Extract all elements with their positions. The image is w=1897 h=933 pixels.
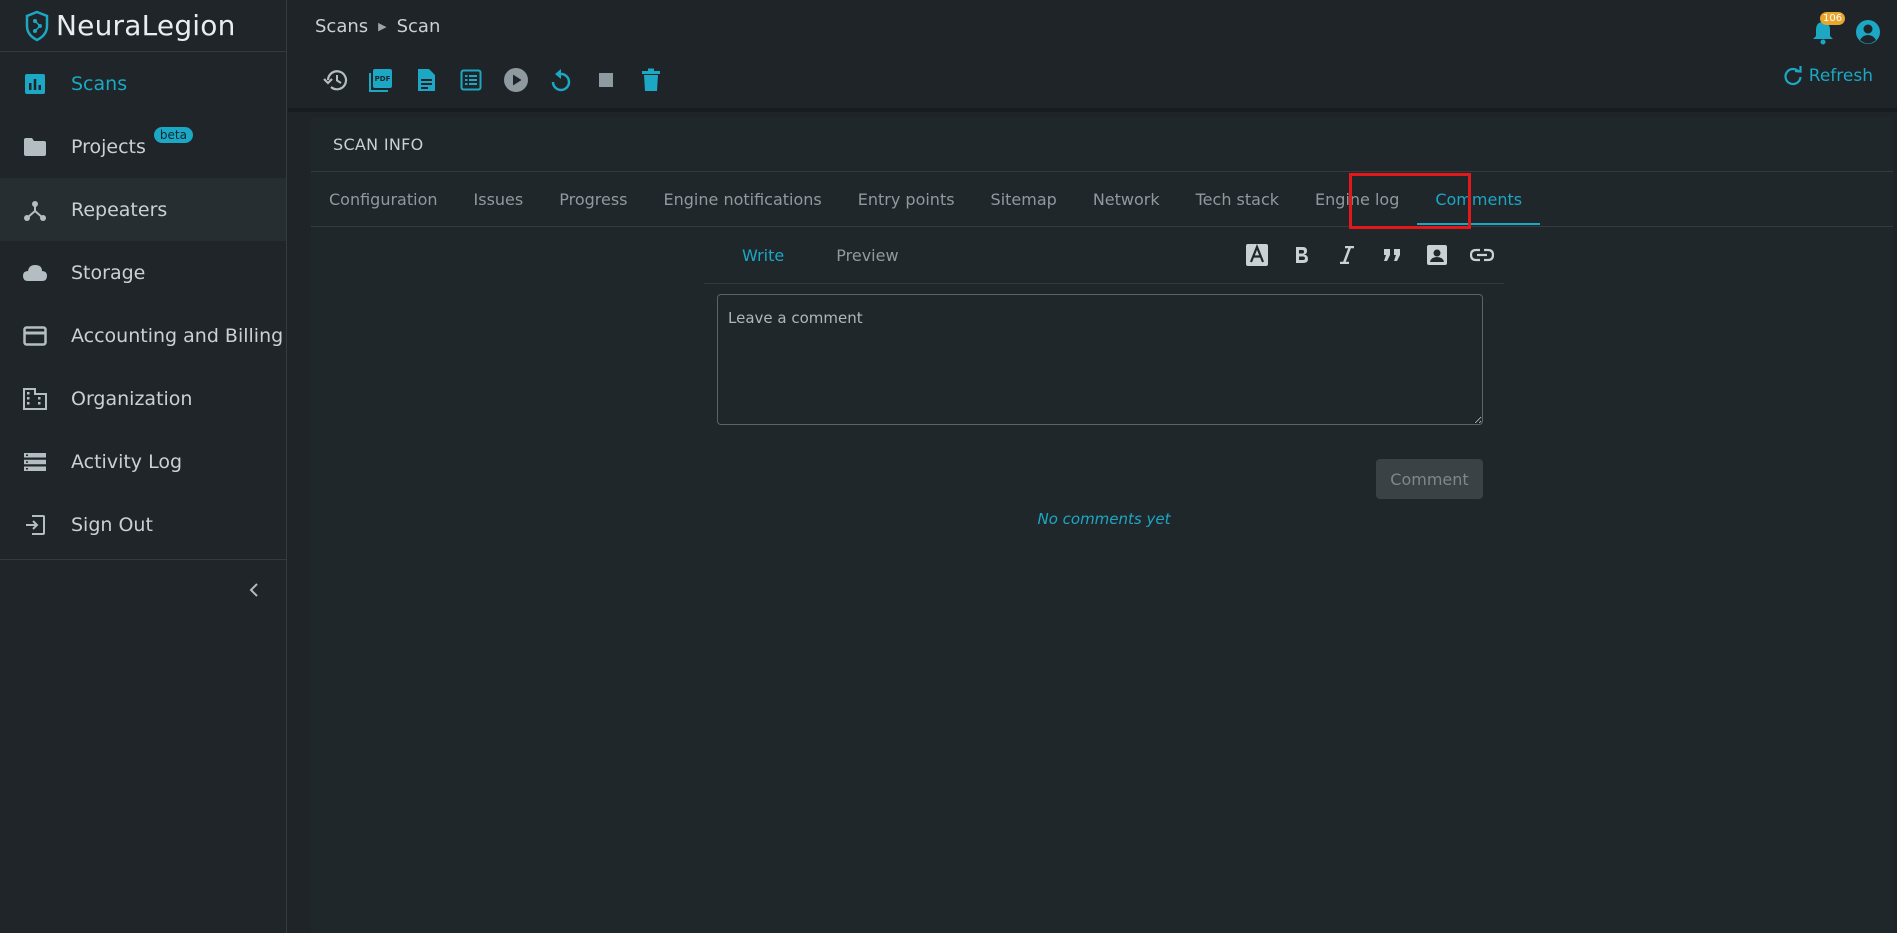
cloud-icon	[22, 260, 48, 286]
delete-button[interactable]	[628, 60, 673, 100]
document-button[interactable]	[403, 60, 448, 100]
sidebar-item-label: Scans	[71, 72, 128, 95]
replay-icon	[551, 69, 570, 92]
neuralegion-logo-icon	[25, 10, 49, 41]
sidebar-divider	[0, 559, 286, 560]
retest-button[interactable]	[538, 60, 583, 100]
tab-engine-log[interactable]: Engine log	[1315, 172, 1399, 226]
sign-out-icon	[22, 512, 48, 538]
sidebar-item-activity-log[interactable]: Activity Log	[0, 430, 286, 493]
stop-icon	[598, 73, 613, 87]
scan-info-panel: SCAN INFO Configuration Issues Progress …	[311, 117, 1893, 933]
sidebar-item-label: Organization	[71, 387, 193, 410]
bold-button[interactable]	[1279, 241, 1324, 269]
tab-progress[interactable]: Progress	[559, 172, 627, 226]
link-icon	[1469, 248, 1494, 262]
italic-icon	[1339, 246, 1354, 264]
tab-network[interactable]: Network	[1093, 172, 1160, 226]
document-icon	[417, 69, 435, 91]
sidebar-item-label: Sign Out	[71, 513, 153, 536]
stop-button[interactable]	[583, 60, 628, 100]
breadcrumb: Scans ▶ Scan	[315, 16, 440, 37]
sidebar-item-projects[interactable]: Projects beta	[0, 115, 286, 178]
breadcrumb-scan: Scan	[396, 15, 441, 37]
sidebar-item-organization[interactable]: Organization	[0, 367, 286, 430]
quote-button[interactable]	[1369, 241, 1414, 269]
checklist-button[interactable]	[448, 60, 493, 100]
tab-configuration[interactable]: Configuration	[329, 172, 438, 226]
list-icon	[22, 449, 48, 475]
breadcrumb-separator-icon: ▶	[378, 19, 387, 33]
empty-comments-message: No comments yet	[1037, 510, 1171, 528]
breadcrumb-scans[interactable]: Scans	[315, 16, 368, 37]
refresh-icon	[1784, 66, 1802, 86]
history-icon	[322, 70, 347, 91]
checklist-icon	[460, 69, 481, 91]
tab-sitemap[interactable]: Sitemap	[991, 172, 1057, 226]
comment-input[interactable]	[717, 294, 1483, 425]
panel-title: SCAN INFO	[311, 117, 1893, 172]
tab-tech-stack[interactable]: Tech stack	[1196, 172, 1279, 226]
repeater-icon	[22, 197, 48, 223]
svg-text:PDF: PDF	[374, 75, 390, 83]
refresh-button[interactable]: Refresh	[1783, 66, 1873, 86]
sidebar-item-accounting-and-billing[interactable]: Accounting and Billing	[0, 304, 286, 367]
trash-icon	[641, 68, 660, 91]
beta-badge: beta	[153, 126, 193, 143]
tab-issues[interactable]: Issues	[474, 172, 524, 226]
quote-icon	[1383, 249, 1400, 261]
pdf-report-button[interactable]: PDF	[358, 60, 403, 100]
brand-name: NeuraLegion	[56, 9, 236, 42]
chart-icon	[22, 71, 48, 97]
format-toolbar	[1234, 241, 1504, 269]
credit-card-icon	[22, 323, 48, 349]
sidebar-item-label: Accounting and Billing	[71, 324, 284, 347]
account-button[interactable]	[1855, 19, 1883, 47]
folder-icon	[22, 134, 48, 160]
italic-button[interactable]	[1324, 241, 1369, 269]
logo[interactable]: NeuraLegion	[0, 0, 286, 52]
text-style-button[interactable]	[1234, 241, 1279, 269]
sidebar-item-label: Activity Log	[71, 450, 183, 473]
text-format-icon	[1245, 244, 1268, 266]
sidebar-item-label: Repeaters	[71, 198, 168, 221]
play-button[interactable]	[493, 60, 538, 100]
contact-card-icon	[1426, 245, 1447, 265]
preview-tab[interactable]: Preview	[836, 246, 898, 265]
play-circle-icon	[503, 68, 528, 92]
sidebar-item-label: Projects	[71, 135, 146, 158]
sidebar-item-repeaters[interactable]: Repeaters	[0, 178, 286, 241]
sidebar-item-sign-out[interactable]: Sign Out	[0, 493, 286, 556]
notifications-button[interactable]: 106	[1809, 12, 1846, 45]
account-circle-icon	[1856, 20, 1880, 44]
mention-button[interactable]	[1414, 241, 1459, 269]
chevron-left-icon	[249, 583, 258, 597]
scan-toolbar: PDF Refresh	[288, 52, 1897, 112]
building-icon	[22, 386, 48, 412]
notifications-badge: 106	[1820, 12, 1846, 25]
sidebar-item-scans[interactable]: Scans	[0, 52, 286, 115]
comment-submit-button[interactable]: Comment	[1376, 459, 1483, 499]
pdf-icon: PDF	[368, 69, 392, 92]
link-button[interactable]	[1459, 241, 1504, 269]
sidebar-item-label: Storage	[71, 261, 146, 284]
collapse-sidebar-button[interactable]	[242, 578, 266, 602]
comment-editor-header: Write Preview	[704, 227, 1504, 284]
header: Scans ▶ Scan 106	[288, 0, 1897, 52]
header-actions: 106	[1809, 9, 1883, 47]
bold-icon	[1295, 247, 1308, 263]
sidebar: NeuraLegion Scans Projects beta Repeater…	[0, 0, 287, 933]
scan-tabs: Configuration Issues Progress Engine not…	[311, 172, 1893, 229]
tab-entry-points[interactable]: Entry points	[858, 172, 955, 226]
write-tab[interactable]: Write	[742, 246, 784, 265]
history-button[interactable]	[313, 60, 358, 100]
refresh-label: Refresh	[1808, 66, 1873, 86]
tab-comments[interactable]: Comments	[1417, 172, 1540, 226]
tab-engine-notifications[interactable]: Engine notifications	[664, 172, 822, 226]
sidebar-item-storage[interactable]: Storage	[0, 241, 286, 304]
